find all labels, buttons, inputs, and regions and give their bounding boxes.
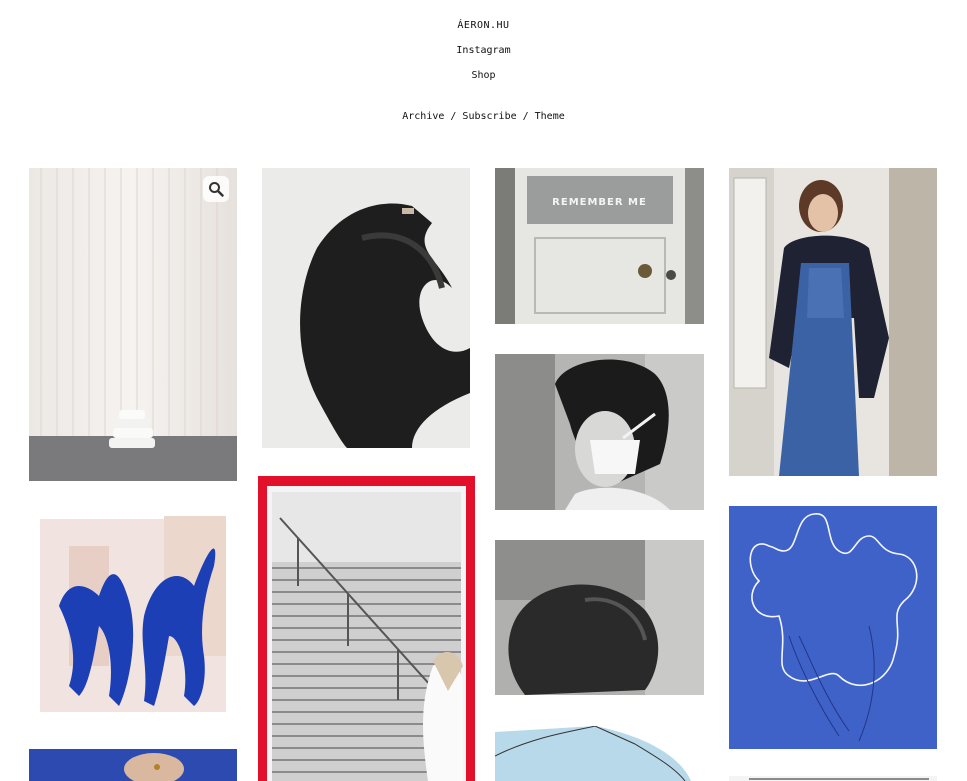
woman-cup-image [495,354,704,510]
door-image [495,168,704,324]
instagram-link[interactable]: Instagram [456,45,510,56]
photo-blue-figures[interactable] [29,506,237,725]
photo-blue-hand[interactable] [29,749,237,781]
stairs-poster-image [258,476,475,781]
photo-woman-cup[interactable] [495,354,704,510]
curtain-towels-image [29,168,237,481]
photo-woman-denim[interactable] [729,168,937,476]
nav-theme[interactable]: Theme [535,111,565,122]
magnifier-icon [209,182,224,197]
woman-hair-image [495,540,704,695]
photo-curtain-towels[interactable] [29,168,237,481]
fabric-dancer-image [262,168,470,448]
photo-remember-me-door[interactable]: REMEMBER ME [495,168,704,324]
nav-separator: / [450,111,457,122]
nav-bar: Archive / Subscribe / Theme [0,111,967,122]
instagram-link-row: Instagram [0,45,967,56]
zoom-button[interactable] [203,176,229,202]
nav-subscribe[interactable]: Subscribe [462,111,516,122]
nav-separator: / [522,111,529,122]
blue-hand-image [29,749,237,781]
shop-link[interactable]: Shop [471,70,495,81]
nav-archive[interactable]: Archive [402,111,444,122]
photo-partial-bottom[interactable] [729,776,937,781]
photo-black-fabric-dancer[interactable] [262,168,470,448]
partial-image [749,778,929,780]
blue-figures-image [40,516,226,712]
paper-blue-outline-shape[interactable] [729,506,937,749]
photo-woman-hair[interactable] [495,540,704,695]
door-sign-text: REMEMBER ME [552,197,647,208]
shop-link-row: Shop [0,70,967,81]
poster-stairs-red-frame[interactable] [258,476,475,781]
woman-denim-image [729,168,937,476]
blue-outline-shape-image [729,506,937,749]
site-title[interactable]: ÁERON.HU [0,20,967,31]
sky-shape-image [495,726,704,781]
photo-blue-sky-shape[interactable] [495,726,704,781]
